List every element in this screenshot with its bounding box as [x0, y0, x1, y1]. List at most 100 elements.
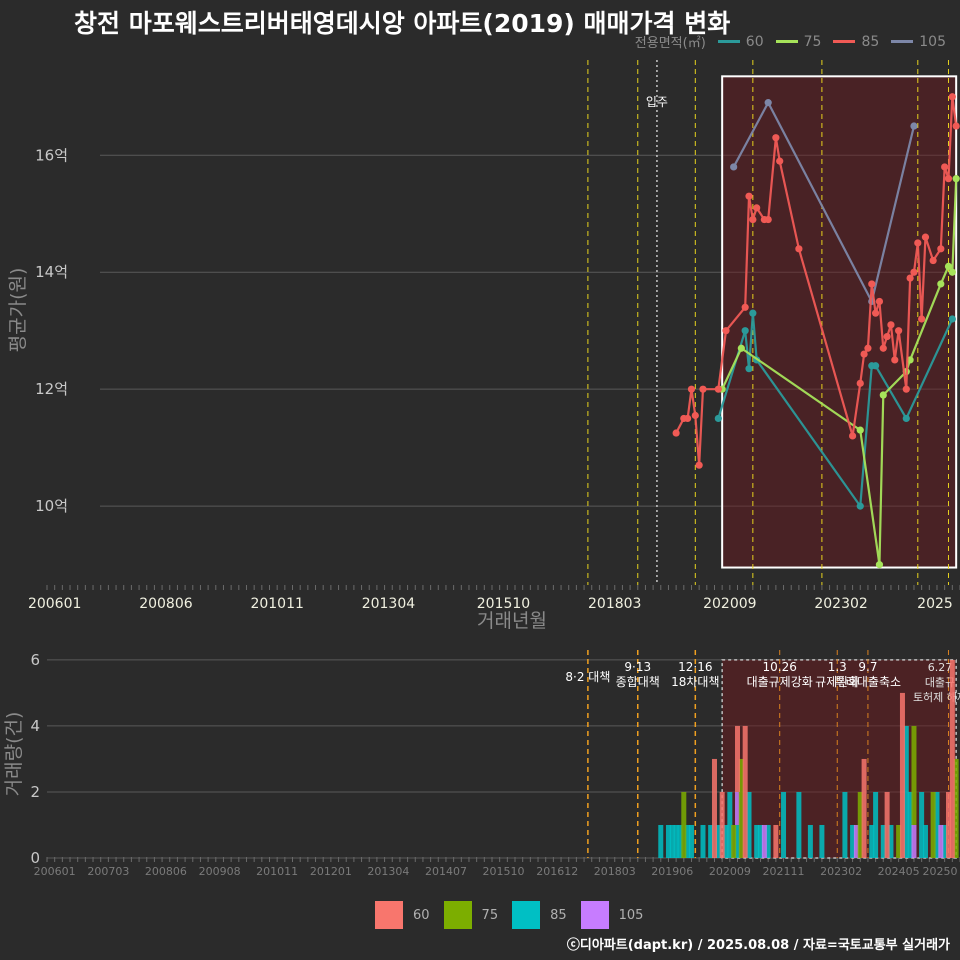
data-point-85 — [895, 327, 903, 335]
event-label: 9·13 — [624, 660, 651, 674]
data-point-75 — [952, 175, 960, 183]
x2-tick-label: 201510 — [483, 865, 525, 878]
x2-tick-label: 20250 — [923, 865, 958, 878]
y2-tick-label: 6 — [30, 651, 40, 669]
y-tick-label: 16억 — [35, 146, 68, 164]
data-point-85 — [872, 309, 880, 317]
data-point-85 — [887, 321, 895, 329]
x2-tick-label: 202302 — [820, 865, 862, 878]
event-label: 종합대책 — [616, 674, 660, 689]
bar-60 — [899, 692, 905, 858]
bar-60 — [735, 725, 741, 792]
data-point-85 — [883, 332, 891, 341]
data-point-85 — [776, 157, 784, 165]
bar-85 — [819, 824, 825, 858]
x2-tick-label: 202111 — [763, 865, 805, 878]
x2-tick-label: 200601 — [34, 865, 76, 878]
data-point-85 — [918, 315, 926, 323]
data-point-85 — [864, 344, 872, 352]
data-point-85 — [722, 327, 730, 335]
bar-75 — [681, 791, 687, 858]
data-point-85 — [891, 356, 899, 364]
event-label: 6.27 — [928, 661, 953, 674]
legend-bottom-item-105: 105 — [580, 901, 644, 929]
bar-85 — [688, 824, 694, 858]
x2-tick-label: 200806 — [145, 865, 187, 878]
data-point-85 — [699, 385, 707, 393]
data-point-85 — [691, 411, 699, 420]
y2-axis-title: 거래량(건) — [3, 712, 25, 797]
x2-tick-label: 200908 — [199, 865, 241, 878]
x2-tick-label: 201906 — [651, 865, 693, 878]
data-point-105 — [730, 163, 738, 171]
data-point-85 — [929, 256, 937, 265]
bar-85 — [700, 824, 706, 858]
bar-85 — [796, 791, 802, 858]
data-point-85 — [745, 192, 753, 200]
data-point-85 — [741, 303, 749, 311]
legend-bottom-label-105: 105 — [618, 907, 644, 923]
event-label: 대출규제강화 — [747, 675, 813, 689]
event-label: 10.26 — [763, 660, 797, 674]
bar-60 — [884, 791, 890, 858]
legend-bottom-item-60: 60 — [375, 901, 430, 929]
data-point-85 — [879, 344, 887, 352]
data-point-85 — [868, 280, 876, 288]
x-tick-label: 2025 — [917, 596, 953, 612]
bar-105 — [761, 824, 767, 858]
data-point-85 — [910, 268, 918, 276]
bar-85 — [781, 791, 787, 858]
legend-bottom-swatch-75 — [443, 901, 472, 929]
data-point-75 — [948, 268, 956, 276]
data-point-85 — [875, 297, 884, 306]
data-point-105 — [910, 122, 918, 130]
x-tick-label: 201304 — [362, 596, 416, 612]
data-point-60 — [741, 327, 749, 335]
event-label: 12·16 — [678, 660, 712, 674]
data-point-85 — [941, 163, 949, 171]
data-point-75 — [737, 344, 745, 352]
data-point-60 — [948, 315, 956, 323]
x2-tick-label: 201612 — [536, 865, 578, 878]
data-point-105 — [764, 99, 772, 107]
bar-105 — [911, 824, 917, 858]
y-tick-label: 12억 — [35, 380, 68, 398]
data-point-60 — [872, 362, 880, 370]
data-point-75 — [875, 561, 884, 569]
event-label: 8·2 대책 — [565, 669, 610, 684]
data-point-85 — [684, 414, 692, 423]
data-point-85 — [856, 379, 864, 387]
x-tick-label: 201011 — [250, 596, 303, 612]
data-point-85 — [672, 429, 680, 437]
bar-75 — [731, 824, 737, 858]
x-tick-label: 202302 — [814, 596, 867, 612]
data-point-85 — [764, 215, 772, 224]
bar-85 — [658, 824, 664, 858]
data-point-85 — [695, 461, 703, 469]
bar-75 — [911, 725, 917, 825]
x-tick-label: 200806 — [139, 596, 193, 612]
data-point-85 — [848, 432, 857, 440]
legend-bottom-swatch-105 — [580, 901, 609, 929]
legend-bottom-item-85: 85 — [512, 901, 567, 929]
bar-60 — [949, 659, 955, 858]
data-point-85 — [902, 385, 910, 393]
data-point-85 — [948, 93, 956, 101]
data-point-75 — [856, 426, 864, 434]
data-point-85 — [952, 122, 960, 130]
credit-text: ⓒ디아파트(dapt.kr) / 2025.08.08 / 자료=국토교통부 실… — [566, 938, 950, 953]
data-point-75 — [937, 280, 945, 288]
data-point-85 — [714, 385, 722, 393]
legend-bottom-swatch-60 — [375, 901, 403, 929]
data-point-85 — [772, 134, 780, 142]
data-point-60 — [856, 502, 864, 510]
bar-85 — [922, 824, 928, 858]
event-label: 특례대출축소 — [835, 675, 901, 689]
legend-bottom-label-75: 75 — [481, 907, 499, 923]
data-point-60 — [745, 365, 753, 373]
legend-bottom-swatch-85 — [512, 901, 541, 929]
bar-75 — [930, 791, 936, 858]
x-tick-label: 200601 — [28, 596, 81, 612]
data-point-60 — [714, 414, 722, 423]
x-tick-label: 201803 — [588, 596, 641, 612]
